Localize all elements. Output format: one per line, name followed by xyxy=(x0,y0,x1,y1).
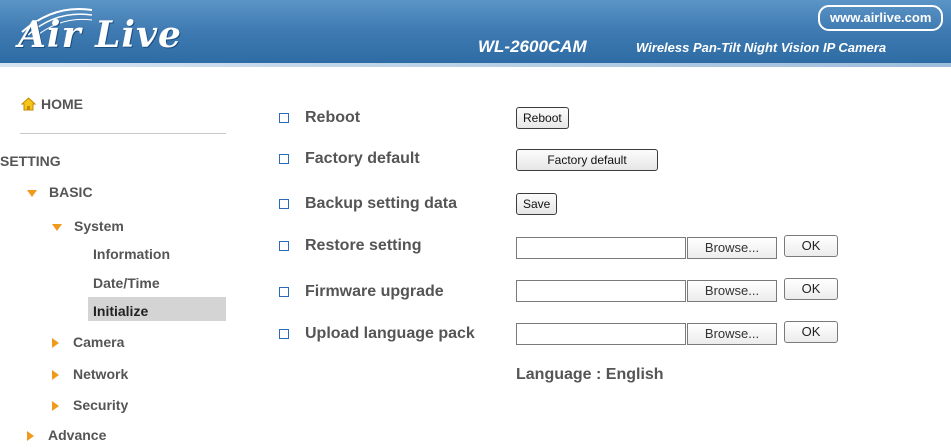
setting-row-restore: Restore setting xyxy=(279,233,421,259)
sidebar-item-initialize[interactable]: Initialize xyxy=(93,303,148,319)
bullet-icon xyxy=(279,113,289,123)
setting-row-language-pack: Upload language pack xyxy=(279,321,475,347)
collapse-arrow-icon xyxy=(52,370,59,381)
sidebar-item-information[interactable]: Information xyxy=(93,246,170,262)
bullet-icon xyxy=(279,199,289,209)
sidebar-item-advance[interactable]: Advance xyxy=(27,427,106,443)
reboot-button[interactable]: Reboot xyxy=(516,107,569,129)
sidebar-item-datetime[interactable]: Date/Time xyxy=(93,275,160,291)
sidebar-item-camera[interactable]: Camera xyxy=(52,334,124,350)
current-language: Language : English xyxy=(516,366,664,383)
brand-logo: Air Live xyxy=(18,14,182,56)
backup-setting-label: Backup setting data xyxy=(305,195,458,212)
sidebar-item-security[interactable]: Security xyxy=(52,397,128,413)
sidebar-item-system[interactable]: System xyxy=(52,218,124,234)
setting-row-factory-default: Factory default xyxy=(279,146,420,172)
bullet-icon xyxy=(279,241,289,251)
sidebar-item-system-label: System xyxy=(74,218,124,234)
website-link[interactable]: www.airlive.com xyxy=(818,5,944,31)
model-description: Wireless Pan-Tilt Night Vision IP Camera xyxy=(636,40,887,55)
save-button[interactable]: Save xyxy=(516,193,558,215)
sidebar-item-information-label: Information xyxy=(93,246,170,262)
sidebar-item-initialize-label: Initialize xyxy=(93,303,149,319)
sidebar-item-basic[interactable]: BASIC xyxy=(27,184,93,200)
language-pack-file-input[interactable] xyxy=(516,323,686,345)
restore-browse-button[interactable]: Browse... xyxy=(687,237,777,259)
bullet-icon xyxy=(279,329,289,339)
home-icon xyxy=(21,97,36,111)
sidebar-item-camera-label: Camera xyxy=(73,334,125,350)
expand-arrow-icon xyxy=(52,223,62,231)
restore-file-input[interactable] xyxy=(516,237,686,259)
language-pack-ok-button[interactable]: OK xyxy=(784,321,838,343)
sidebar-item-advance-label: Advance xyxy=(48,427,107,443)
model-name: WL-2600CAM xyxy=(478,37,587,56)
setting-row-backup: Backup setting data xyxy=(279,191,457,217)
collapse-arrow-icon xyxy=(52,338,59,349)
setting-row-firmware: Firmware upgrade xyxy=(279,279,444,305)
bullet-icon xyxy=(279,287,289,297)
sidebar-nav: HOME SETTING BASIC System Information Da… xyxy=(0,67,233,448)
sidebar-divider xyxy=(20,133,226,134)
setting-row-reboot: Reboot xyxy=(279,105,360,131)
firmware-upgrade-label: Firmware upgrade xyxy=(305,283,444,300)
setting-heading: SETTING xyxy=(0,153,61,169)
sidebar-item-home-label: HOME xyxy=(41,96,83,112)
sidebar-item-network-label: Network xyxy=(73,366,129,382)
collapse-arrow-icon xyxy=(27,431,34,442)
sidebar-item-datetime-label: Date/Time xyxy=(93,275,160,291)
reboot-label: Reboot xyxy=(305,109,361,126)
factory-default-button[interactable]: Factory default xyxy=(516,149,658,171)
sidebar-item-network[interactable]: Network xyxy=(52,366,128,382)
bullet-icon xyxy=(279,154,289,164)
restore-ok-button[interactable]: OK xyxy=(784,235,838,257)
sidebar-item-security-label: Security xyxy=(73,397,129,413)
firmware-file-input[interactable] xyxy=(516,280,686,302)
sidebar-item-home[interactable]: HOME xyxy=(21,96,83,112)
sidebar-section-setting: SETTING xyxy=(0,153,61,169)
firmware-browse-button[interactable]: Browse... xyxy=(687,280,777,302)
upload-language-pack-label: Upload language pack xyxy=(305,325,475,342)
header-banner: Air Live www.airlive.com WL-2600CAM Wire… xyxy=(0,0,951,67)
restore-setting-label: Restore setting xyxy=(305,237,422,254)
expand-arrow-icon xyxy=(27,189,37,197)
initialize-panel: Reboot Reboot Factory default Factory de… xyxy=(233,67,951,448)
factory-default-label: Factory default xyxy=(305,150,420,167)
sidebar-item-basic-label: BASIC xyxy=(49,184,93,200)
language-pack-browse-button[interactable]: Browse... xyxy=(687,323,777,345)
collapse-arrow-icon xyxy=(52,401,59,412)
firmware-ok-button[interactable]: OK xyxy=(784,278,838,300)
